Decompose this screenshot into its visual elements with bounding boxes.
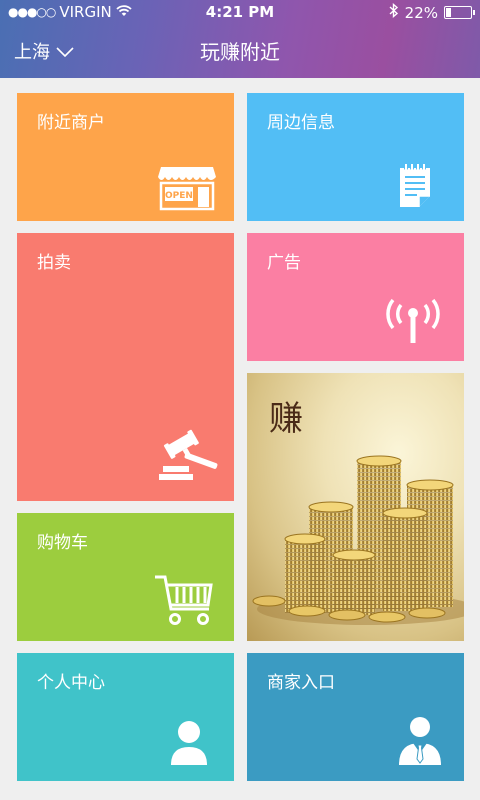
status-bar: ●●●○○ VIRGIN 4:21 PM 22% xyxy=(0,0,480,24)
tile-label: 购物车 xyxy=(37,533,88,553)
tile-ads[interactable]: 广告 xyxy=(247,233,464,361)
businessman-icon xyxy=(399,717,441,765)
coin-stacks-image xyxy=(252,455,464,625)
notepad-icon xyxy=(400,164,430,207)
tile-merchant-entry[interactable]: 商家入口 xyxy=(247,653,464,781)
svg-text:OPEN: OPEN xyxy=(165,191,193,201)
battery-fill xyxy=(446,8,451,17)
battery-icon xyxy=(444,6,475,19)
tile-label: 附近商户 xyxy=(37,113,105,133)
tile-label: 广告 xyxy=(267,253,301,273)
tile-label: 个人中心 xyxy=(37,673,105,693)
earn-banner[interactable]: 赚 xyxy=(247,373,464,641)
tile-nearby-merchants[interactable]: 附近商户 OPEN xyxy=(17,93,234,221)
open-store-icon: OPEN xyxy=(158,167,216,211)
tile-personal-center[interactable]: 个人中心 xyxy=(17,653,234,781)
tile-cart[interactable]: 购物车 xyxy=(17,513,234,641)
page-title: 玩赚附近 xyxy=(200,40,280,64)
shopping-cart-icon xyxy=(155,575,213,625)
tile-auction[interactable]: 拍卖 xyxy=(17,233,234,501)
nav-bar: 上海 玩赚附近 xyxy=(0,24,480,78)
header: ●●●○○ VIRGIN 4:21 PM 22% 上海 玩赚附近 xyxy=(0,0,480,78)
tile-surrounding-info[interactable]: 周边信息 xyxy=(247,93,464,221)
tile-label: 商家入口 xyxy=(267,673,335,693)
tile-label: 周边信息 xyxy=(267,113,335,133)
gavel-icon xyxy=(159,429,218,480)
user-icon xyxy=(171,721,207,765)
broadcast-icon xyxy=(386,298,440,343)
bluetooth-icon xyxy=(389,2,399,22)
tile-label: 拍卖 xyxy=(37,253,71,273)
battery-percent: 22% xyxy=(404,3,438,22)
